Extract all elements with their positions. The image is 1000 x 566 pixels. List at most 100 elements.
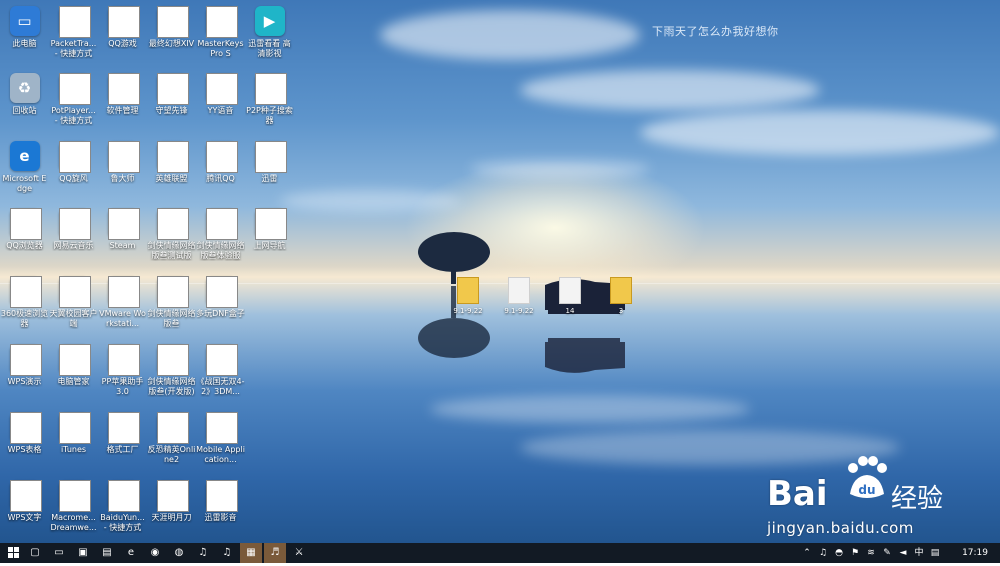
- shortcut-arrow-icon: ↗: [156, 6, 189, 38]
- desktop-icon[interactable]: ⚔↗剑侠情缘网络版叁体验服: [196, 205, 245, 275]
- desktop-icon[interactable]: ☺↗YY语音: [196, 70, 245, 140]
- desktop-icon[interactable]: ▶ 迅雷看看 高清影视: [245, 3, 294, 73]
- volume-tray-icon[interactable]: ◄: [896, 543, 910, 563]
- file-explorer-icon[interactable]: ▤: [96, 543, 118, 563]
- desktop-icon[interactable]: W↗WPS文字: [0, 477, 49, 543]
- desktop-icon[interactable]: ⚔↗剑侠情缘网络版叁(开发版): [147, 341, 196, 411]
- desktop-icon-label: 迅雷: [261, 174, 278, 183]
- desktop-icon[interactable]: S↗WPS表格: [0, 409, 49, 479]
- shortcut-arrow-icon: ↗: [156, 276, 189, 308]
- desktop-icon[interactable]: ☠↗《战国无双4-2》3DM...: [196, 341, 245, 411]
- shortcut-arrow-icon: ↗: [205, 412, 238, 444]
- desktop-file[interactable]: 3: [602, 277, 640, 325]
- desktop-icon[interactable]: ▣↗VMware Workstati...: [98, 273, 147, 343]
- watermark-brand-right: 经验: [891, 484, 944, 514]
- desktop-icon[interactable]: ♪↗iTunes: [49, 409, 98, 479]
- this-pc-icon[interactable]: ▭: [48, 543, 70, 563]
- desktop-icon[interactable]: ♻ 回收站: [0, 70, 49, 140]
- desktop-icon[interactable]: ⌕↗P2P种子搜索器: [245, 70, 294, 140]
- jx3-taskbar-icon[interactable]: ⚔: [288, 543, 310, 563]
- desktop-icon[interactable]: ♪↗Macrome... Dreamwe...: [49, 477, 98, 543]
- notification-icon[interactable]: ▤: [928, 543, 942, 563]
- task-view-icon[interactable]: ▢: [24, 543, 46, 563]
- shortcut-arrow-icon: ↗: [58, 141, 91, 173]
- desktop-icon-label: Steam: [109, 241, 136, 250]
- desktop-icon[interactable]: ⚒↗格式工厂: [98, 409, 147, 479]
- shortcut-arrow-icon: ↗: [156, 412, 189, 444]
- desktop-icon[interactable]: ✉↗PacketTra... - 快捷方式: [49, 3, 98, 73]
- desktop-icon[interactable]: ☁↗BaiduYun... - 快捷方式: [98, 477, 147, 543]
- mobile-app-icon: ▤↗: [205, 412, 238, 444]
- desktop-icon-label: 鲁大师: [110, 174, 135, 183]
- input-tray-icon[interactable]: ✎: [880, 543, 894, 563]
- desktop-file[interactable]: 9.1-9.22: [449, 277, 487, 325]
- netease-taskbar-2-icon[interactable]: ♫: [216, 543, 238, 563]
- desktop-icon[interactable]: ☻↗鲁大师: [98, 138, 147, 208]
- desktop-icon[interactable]: ✿↗软件管理: [98, 70, 147, 140]
- desktop-icon[interactable]: ▭ 此电脑: [0, 3, 49, 73]
- desktop-icon[interactable]: ◆↗多玩DNF盒子: [196, 273, 245, 343]
- desktop-icon[interactable]: L↗英雄联盟: [147, 138, 196, 208]
- clock[interactable]: 17:19: [962, 543, 988, 563]
- desktop-icon[interactable]: ✚↗反恐精英Online2: [147, 409, 196, 479]
- qq-browser-icon: ◉↗: [9, 208, 42, 240]
- wifi-tray-icon[interactable]: ≋: [864, 543, 878, 563]
- desktop-icon[interactable]: ➤↗迅雷: [245, 138, 294, 208]
- desktop-icon[interactable]: P↗WPS演示: [0, 341, 49, 411]
- tianya-icon: ✒↗: [156, 480, 189, 512]
- desktop-icon[interactable]: P↗PP苹果助手3.0: [98, 341, 147, 411]
- desktop-icon[interactable]: ❂↗360极速浏览器: [0, 273, 49, 343]
- desktop-icon[interactable]: e Microsoft Edge: [0, 138, 49, 208]
- shortcut-arrow-icon: ↗: [156, 344, 189, 376]
- watermark-brand-left: Bai: [767, 474, 828, 514]
- desktop-icon-label: 软件管理: [106, 106, 139, 115]
- desktop-icon[interactable]: ▶↗PotPlayer... - 快捷方式: [49, 70, 98, 140]
- desktop-icon[interactable]: CM↗MasterKeys Pro S: [196, 3, 245, 73]
- qq-music-tray-icon[interactable]: ♫: [816, 543, 830, 563]
- edge-taskbar-icon[interactable]: e: [120, 543, 142, 563]
- desktop-icon-label: 天涯明月刀: [151, 513, 192, 522]
- desktop-icon[interactable]: ⚔↗剑侠情缘网络版叁: [147, 273, 196, 343]
- desktop-icon[interactable]: ◉↗QQ浏览器: [0, 205, 49, 275]
- desktop[interactable]: 下雨天了怎么办我好想你 ▭此电脑✉↗PacketTra... - 快捷方式◕↗Q…: [0, 0, 1000, 543]
- computer-icon: ▭: [9, 6, 40, 36]
- shortcut-arrow-icon: ↗: [9, 344, 42, 376]
- shortcut-arrow-icon: ↗: [58, 73, 91, 105]
- desktop-icon-label: PP苹果助手3.0: [101, 377, 144, 396]
- desktop-icon[interactable]: ♫↗网易云音乐: [49, 205, 98, 275]
- desktop-icon[interactable]: ✪↗天翼校园客户端: [49, 273, 98, 343]
- desktop-icon[interactable]: ✒↗天涯明月刀: [147, 477, 196, 543]
- desktop-file[interactable]: 9.1-9.22: [500, 277, 538, 325]
- desktop-icon-label: 360极速浏览器: [0, 309, 49, 328]
- desktop-icon[interactable]: ✓↗电脑管家: [49, 341, 98, 411]
- desktop-icon-label: Microsoft Edge: [2, 174, 47, 193]
- music-taskbar-icon[interactable]: ♬: [264, 543, 286, 563]
- chrome-taskbar-icon[interactable]: ◍: [168, 543, 190, 563]
- desktop-icon[interactable]: ▤↗Mobile Application...: [196, 409, 245, 479]
- image-viewer-taskbar-icon[interactable]: ▦: [240, 543, 262, 563]
- qq-browser-taskbar-icon[interactable]: ◉: [144, 543, 166, 563]
- shortcut-arrow-icon: ↗: [9, 208, 42, 240]
- desktop-icon[interactable]: e↗上网导航: [245, 205, 294, 275]
- desktop-icon[interactable]: ⚔↗剑侠情缘网络版叁测试版: [147, 205, 196, 275]
- netease-taskbar-icon[interactable]: ♫: [192, 543, 214, 563]
- vpn-tray-icon[interactable]: ⚑: [848, 543, 862, 563]
- desktop-icon-label: PotPlayer... - 快捷方式: [51, 106, 96, 125]
- windows-start-icon[interactable]: [2, 543, 24, 563]
- desktop-icon[interactable]: ◓↗腾讯QQ: [196, 138, 245, 208]
- qq-tray-icon[interactable]: ◓: [832, 543, 846, 563]
- itunes-icon: ♪↗: [58, 412, 91, 444]
- shortcut-arrow-icon: ↗: [254, 208, 287, 240]
- desktop-file[interactable]: 14: [551, 277, 589, 325]
- ime-label[interactable]: 中: [912, 543, 926, 563]
- desktop-icon[interactable]: ⚙↗Steam: [98, 205, 147, 275]
- desktop-icon-label: QQ游戏: [108, 39, 137, 48]
- desktop-icon[interactable]: ↻↗QQ旋风: [49, 138, 98, 208]
- shortcut-arrow-icon: ↗: [107, 6, 140, 38]
- desktop-icon[interactable]: ◎↗守望先锋: [147, 70, 196, 140]
- desktop-icon[interactable]: ✦↗最终幻想XIV: [147, 3, 196, 73]
- desktop-icon[interactable]: ◕↗QQ游戏: [98, 3, 147, 73]
- chevron-up-icon[interactable]: ⌃: [800, 543, 814, 563]
- desktop-icon[interactable]: ▶↗迅雷影音: [196, 477, 245, 543]
- store-icon[interactable]: ▣: [72, 543, 94, 563]
